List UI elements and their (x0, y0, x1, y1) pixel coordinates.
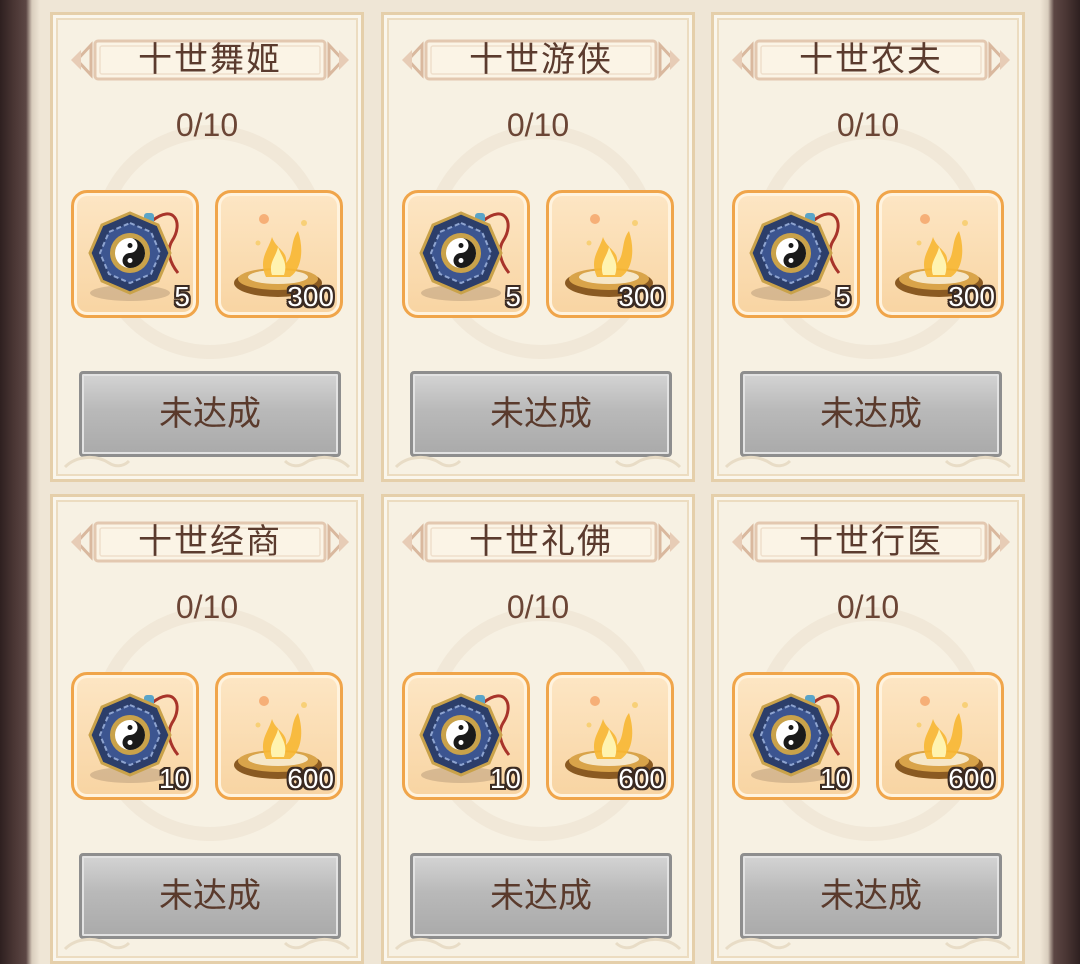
claim-status-button[interactable]: 未达成 (410, 371, 672, 457)
card-title-banner: 十世农夫 (732, 35, 1010, 85)
card-title-banner: 十世经商 (71, 517, 349, 567)
reward-quantity: 10 (489, 763, 521, 794)
reward-quantity: 10 (158, 763, 190, 794)
decor-swirl (281, 935, 351, 955)
decor-swirl (612, 935, 682, 955)
card-progress: 0/10 (836, 589, 900, 625)
card-title: 十世游侠 (469, 40, 613, 80)
decor-swirl (63, 453, 133, 473)
achievement-card: 十世礼佛 0/10 10 600 未达成 (381, 494, 695, 964)
card-progress: 0/10 (506, 589, 570, 625)
card-title-banner: 十世舞姬 (71, 35, 349, 85)
reward-quantity: 600 (287, 763, 334, 794)
reward-item-flame[interactable]: 300 (546, 190, 674, 318)
claim-status-label: 未达成 (820, 876, 922, 916)
card-progress: 0/10 (836, 107, 900, 143)
decor-swirl (394, 935, 464, 955)
achievement-card: 十世农夫 0/10 5 300 未达成 (711, 12, 1025, 482)
claim-status-button[interactable]: 未达成 (410, 853, 672, 939)
achievement-card: 十世经商 0/10 10 600 未达成 (50, 494, 364, 964)
decor-swirl (724, 453, 794, 473)
reward-quantity: 300 (287, 281, 334, 312)
reward-item-compass[interactable]: 5 (71, 190, 199, 318)
reward-item-flame[interactable]: 300 (215, 190, 343, 318)
achievement-card: 十世舞姬 0/10 5 300 未达成 (50, 12, 364, 482)
claim-status-label: 未达成 (159, 394, 261, 434)
decor-swirl (724, 935, 794, 955)
claim-status-button[interactable]: 未达成 (79, 853, 341, 939)
reward-item-flame[interactable]: 600 (876, 672, 1004, 800)
card-title: 十世农夫 (799, 40, 943, 80)
card-progress: 0/10 (175, 107, 239, 143)
claim-status-button[interactable]: 未达成 (740, 853, 1002, 939)
reward-quantity: 600 (948, 763, 995, 794)
claim-status-label: 未达成 (490, 876, 592, 916)
reward-quantity: 300 (948, 281, 995, 312)
achievement-card: 十世行医 0/10 10 600 未达成 (711, 494, 1025, 964)
claim-status-label: 未达成 (820, 394, 922, 434)
card-title: 十世舞姬 (138, 40, 282, 80)
reward-item-compass[interactable]: 5 (732, 190, 860, 318)
reward-quantity: 300 (618, 281, 665, 312)
claim-status-button[interactable]: 未达成 (740, 371, 1002, 457)
decor-swirl (281, 453, 351, 473)
claim-status-label: 未达成 (490, 394, 592, 434)
achievement-card: 十世游侠 0/10 5 300 未达成 (381, 12, 695, 482)
card-title: 十世经商 (138, 522, 282, 562)
card-title-banner: 十世行医 (732, 517, 1010, 567)
reward-item-flame[interactable]: 600 (546, 672, 674, 800)
card-title: 十世礼佛 (469, 522, 613, 562)
card-progress: 0/10 (175, 589, 239, 625)
reward-item-compass[interactable]: 10 (732, 672, 860, 800)
card-title-banner: 十世礼佛 (402, 517, 680, 567)
decor-swirl (63, 935, 133, 955)
reward-quantity: 600 (618, 763, 665, 794)
decor-swirl (942, 453, 1012, 473)
decor-swirl (394, 453, 464, 473)
reward-quantity: 5 (835, 281, 851, 312)
reward-item-compass[interactable]: 5 (402, 190, 530, 318)
decor-swirl (942, 935, 1012, 955)
reward-item-flame[interactable]: 600 (215, 672, 343, 800)
reward-item-compass[interactable]: 10 (402, 672, 530, 800)
reward-item-flame[interactable]: 300 (876, 190, 1004, 318)
card-progress: 0/10 (506, 107, 570, 143)
card-title: 十世行医 (799, 522, 943, 562)
decor-swirl (612, 453, 682, 473)
claim-status-button[interactable]: 未达成 (79, 371, 341, 457)
reward-quantity: 5 (505, 281, 521, 312)
reward-quantity: 10 (819, 763, 851, 794)
card-title-banner: 十世游侠 (402, 35, 680, 85)
reward-item-compass[interactable]: 10 (71, 672, 199, 800)
reward-quantity: 5 (174, 281, 190, 312)
claim-status-label: 未达成 (159, 876, 261, 916)
